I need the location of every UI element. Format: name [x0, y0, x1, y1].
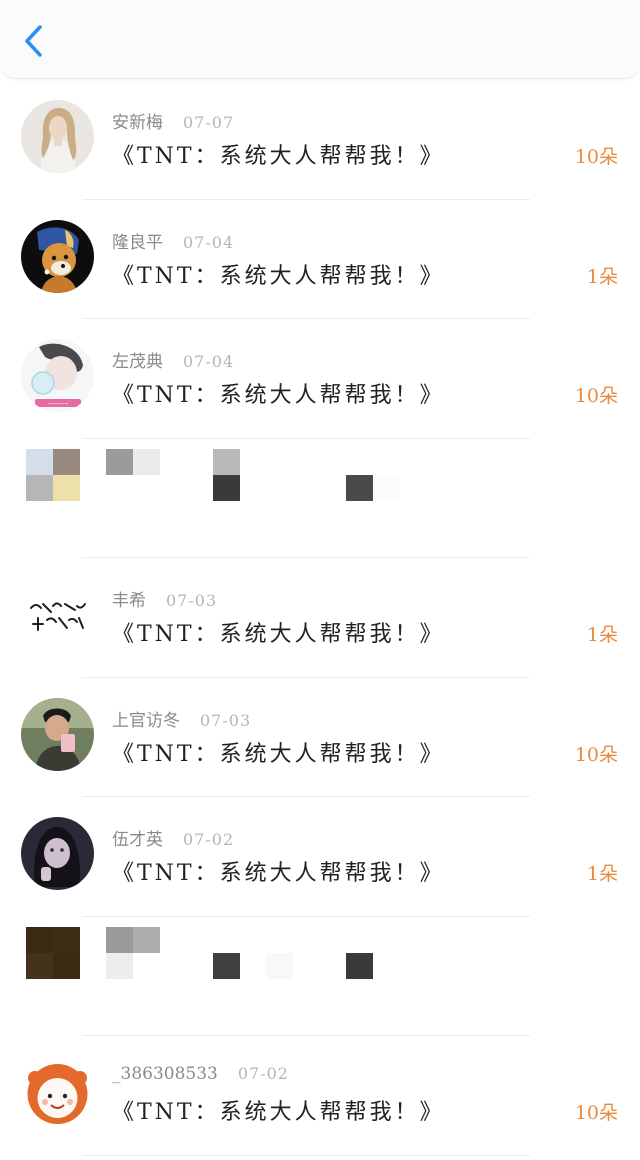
- gift-amount: 1朵: [586, 863, 618, 885]
- gift-amount: 10朵: [574, 385, 618, 407]
- book-title: 《TNT：系统大人帮帮我！》: [112, 263, 445, 289]
- pixelated-row: [0, 439, 640, 558]
- book-title: 《TNT：系统大人帮帮我！》: [112, 622, 445, 647]
- sender-meta: 伍才英 07-02: [112, 825, 234, 850]
- avatar[interactable]: [21, 578, 94, 651]
- top-bar: [0, 0, 640, 79]
- sender-meta: 隆良平 07-04: [112, 228, 234, 253]
- chevron-left-icon: [25, 25, 42, 57]
- sender-meta: 上官访冬 07-03: [112, 706, 251, 731]
- book-title: 《TNT：系统大人帮帮我！》: [112, 144, 445, 169]
- divider: [82, 1154, 530, 1156]
- back-button[interactable]: [14, 18, 54, 64]
- avatar[interactable]: [21, 817, 94, 890]
- list-item[interactable]: 伍才英 07-02 《TNT：系统大人帮帮我！》 1朵: [0, 797, 640, 917]
- sender-name: 上官访冬: [112, 710, 180, 731]
- list-item[interactable]: 上官访冬 07-03 《TNT：系统大人帮帮我！》 10朵: [0, 678, 640, 797]
- gift-date: 07-04: [183, 232, 235, 252]
- gift-date: 07-07: [183, 113, 235, 132]
- list-item: [0, 439, 640, 558]
- list-item[interactable]: 安新梅 07-07 《TNT：系统大人帮帮我！》 10朵: [0, 80, 640, 200]
- avatar[interactable]: [21, 100, 94, 173]
- gift-amount: 10朵: [574, 146, 618, 168]
- book-title: 《TNT：系统大人帮帮我！》: [112, 383, 445, 408]
- avatar[interactable]: [21, 1056, 94, 1129]
- gift-date: 07-02: [183, 830, 235, 849]
- sender-meta: _386308533 07-02: [112, 1064, 289, 1084]
- list-item[interactable]: 丰希 07-03 《TNT：系统大人帮帮我！》 1朵: [0, 558, 640, 678]
- list-item[interactable]: _386308533 07-02 《TNT：系统大人帮帮我！》 10朵: [0, 1036, 640, 1156]
- book-title: 《TNT：系统大人帮帮我！》: [112, 1100, 445, 1125]
- gift-amount: 10朵: [574, 1102, 618, 1124]
- svg-text:~~~~~: ~~~~~: [48, 402, 69, 408]
- list-item: [0, 917, 640, 1036]
- pixelated-row: [0, 917, 640, 1036]
- sender-meta: 丰希 07-03: [112, 586, 217, 611]
- sender-name: 左茂典: [112, 352, 163, 372]
- gift-amount: 10朵: [574, 743, 618, 766]
- gift-amount: 1朵: [586, 624, 618, 646]
- sender-meta: 安新梅 07-07: [112, 108, 234, 133]
- avatar[interactable]: ~~~~~: [21, 339, 94, 412]
- avatar[interactable]: [21, 697, 94, 771]
- book-title: 《TNT：系统大人帮帮我！》: [112, 861, 445, 886]
- sender-name: _386308533: [112, 1064, 218, 1084]
- sender-name: 隆良平: [112, 232, 163, 253]
- list-item[interactable]: ~~~~~ 左茂典 07-04 《TNT：系统大人帮帮我！》 10朵: [0, 319, 640, 439]
- gift-amount: 1朵: [586, 265, 618, 288]
- sender-meta: 左茂典 07-04: [112, 347, 234, 372]
- sender-name: 安新梅: [112, 113, 163, 133]
- gift-date: 07-04: [183, 352, 235, 371]
- avatar[interactable]: [21, 219, 94, 293]
- gift-list: 安新梅07-07 《TNT：系统大人帮帮我！》 10朵 隆良平07-04 《: [0, 80, 640, 1156]
- sender-name: 伍才英: [112, 830, 163, 850]
- gift-date: 07-03: [200, 710, 252, 730]
- gift-date: 07-03: [166, 591, 218, 610]
- list-item[interactable]: 隆良平 07-04 《TNT：系统大人帮帮我！》 1朵: [0, 200, 640, 319]
- gift-date: 07-02: [237, 1064, 289, 1083]
- book-title: 《TNT：系统大人帮帮我！》: [112, 741, 445, 767]
- sender-name: 丰希: [112, 591, 146, 611]
